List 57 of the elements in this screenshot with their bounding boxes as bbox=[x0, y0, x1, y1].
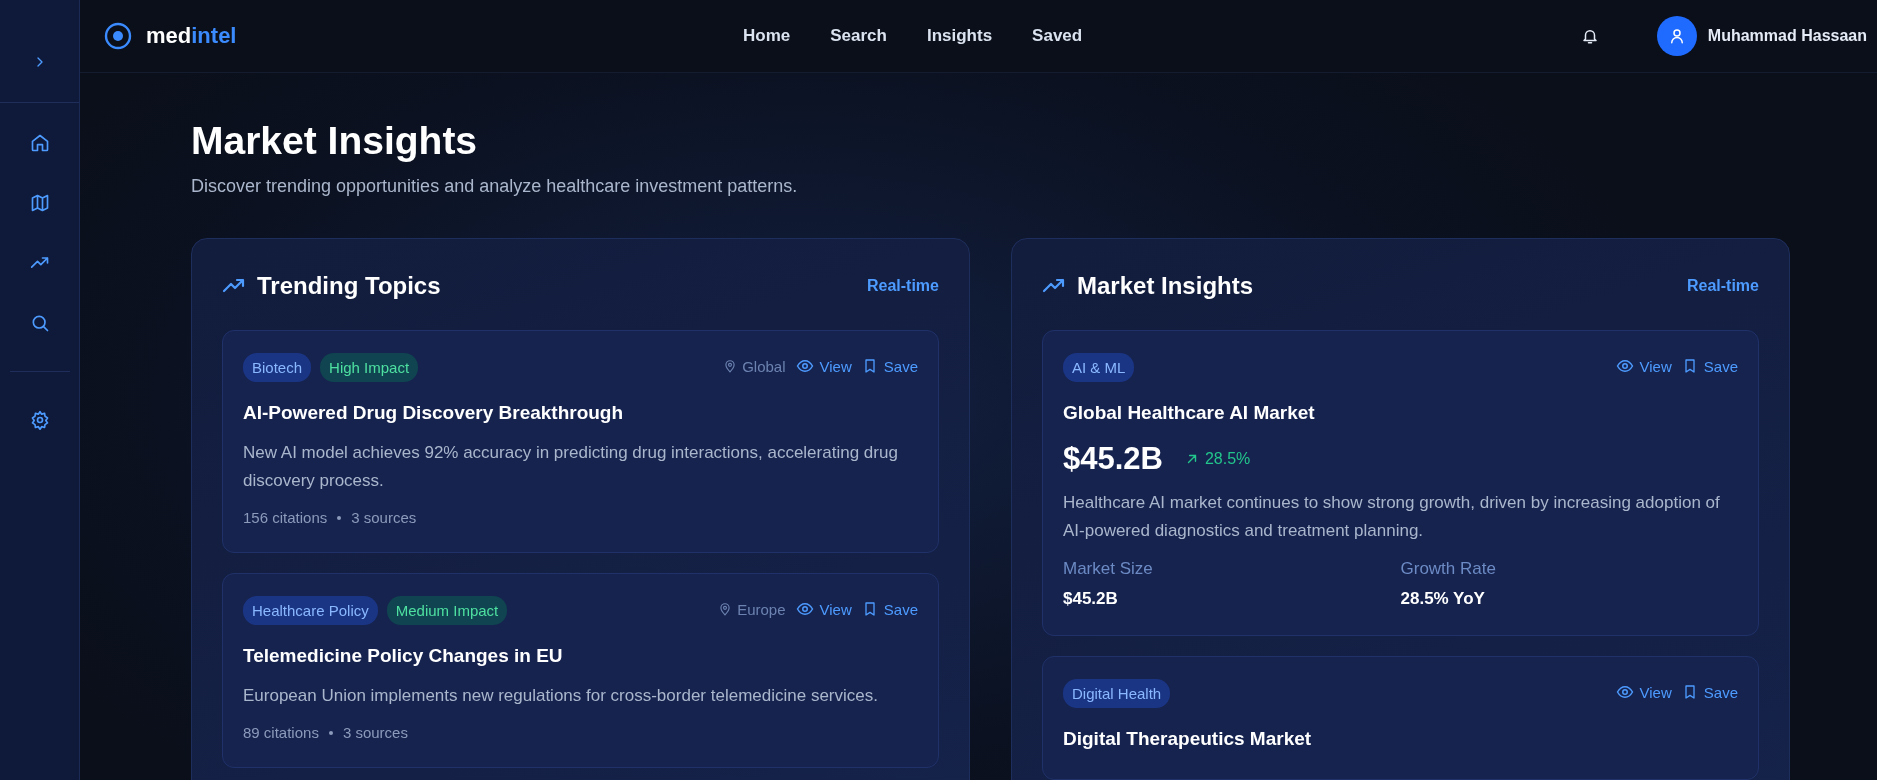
nav-link[interactable]: Saved bbox=[1032, 26, 1083, 46]
view-button[interactable]: View bbox=[795, 357, 852, 375]
map-icon bbox=[29, 193, 50, 213]
category-tag: Biotech bbox=[243, 353, 312, 382]
market-description: Healthcare AI market continues to show strong growth, driven by increasing adoption of AI-powered diagnostics and treatment planning. bbox=[1063, 492, 1721, 542]
realtime-label: Real-time bbox=[1686, 277, 1759, 295]
impact-tag: High Impact bbox=[320, 353, 419, 382]
realtime-label: Real-time bbox=[866, 277, 939, 295]
view-button[interactable]: View bbox=[1615, 357, 1672, 375]
stat-label: Growth Rate bbox=[1400, 559, 1497, 579]
category-tag: AI & ML bbox=[1063, 353, 1135, 382]
eye-icon bbox=[1615, 683, 1634, 701]
view-button[interactable]: View bbox=[795, 600, 852, 618]
market-title: Digital Therapeutics Market bbox=[1063, 727, 1313, 751]
market-value: $45.2B bbox=[1063, 441, 1163, 477]
topic-title: Telemedicine Policy Changes in EU bbox=[243, 644, 564, 668]
logo-text: medintel bbox=[146, 23, 237, 49]
topic-description: European Union implements new regulations for cross-border telemedicine services. bbox=[243, 685, 879, 707]
page-subtitle: Discover trending opportunities and analyze healthcare investment patterns. bbox=[191, 175, 799, 198]
source-count: 3 sources bbox=[342, 724, 408, 741]
nav-link[interactable]: Insights bbox=[926, 26, 993, 46]
avatar[interactable] bbox=[1656, 16, 1697, 56]
pin-icon bbox=[718, 602, 733, 616]
growth-percent: 28.5% bbox=[1204, 450, 1251, 468]
nav-link[interactable]: Search bbox=[830, 26, 887, 46]
bell-icon bbox=[1580, 27, 1599, 45]
logo-icon bbox=[104, 22, 132, 50]
home-icon bbox=[29, 133, 50, 153]
view-button[interactable]: View bbox=[1615, 683, 1672, 701]
stat-value: $45.2B bbox=[1063, 589, 1119, 609]
eye-icon bbox=[1615, 357, 1634, 375]
impact-tag: Medium Impact bbox=[386, 596, 508, 625]
page-title: Market Insights bbox=[191, 118, 479, 164]
stat-value: 28.5% YoY bbox=[1400, 589, 1486, 609]
settings-icon bbox=[29, 410, 50, 430]
pin-icon bbox=[723, 359, 738, 373]
topic-description: New AI model achieves 92% accuracy in predicting drug interactions, accelerating drug discovery process. bbox=[243, 442, 899, 492]
user-name: Muhammad Hassaan bbox=[1707, 27, 1867, 45]
market-title: Global Healthcare AI Market bbox=[1063, 401, 1316, 425]
category-tag: Healthcare Policy bbox=[243, 596, 378, 625]
stat-label: Market Size bbox=[1063, 559, 1154, 579]
nav-link[interactable]: Home bbox=[743, 26, 791, 46]
location-text: Europe bbox=[737, 600, 786, 618]
category-tag: Digital Health bbox=[1063, 679, 1171, 708]
source-count: 3 sources bbox=[351, 509, 417, 526]
citation-count: 156 citations bbox=[243, 509, 328, 526]
save-button[interactable]: Save bbox=[861, 600, 918, 618]
location-text: Global bbox=[742, 357, 786, 375]
topic-title: AI-Powered Drug Discovery Breakthrough bbox=[243, 401, 625, 425]
citation-count: 89 citations bbox=[243, 724, 319, 741]
eye-icon bbox=[795, 357, 814, 375]
save-button[interactable]: Save bbox=[861, 357, 918, 375]
panel-title: Trending Topics bbox=[257, 271, 441, 301]
eye-icon bbox=[795, 600, 814, 618]
save-button[interactable]: Save bbox=[1681, 683, 1738, 701]
save-button[interactable]: Save bbox=[1681, 357, 1738, 375]
panel-title: Market Insights bbox=[1077, 271, 1254, 301]
